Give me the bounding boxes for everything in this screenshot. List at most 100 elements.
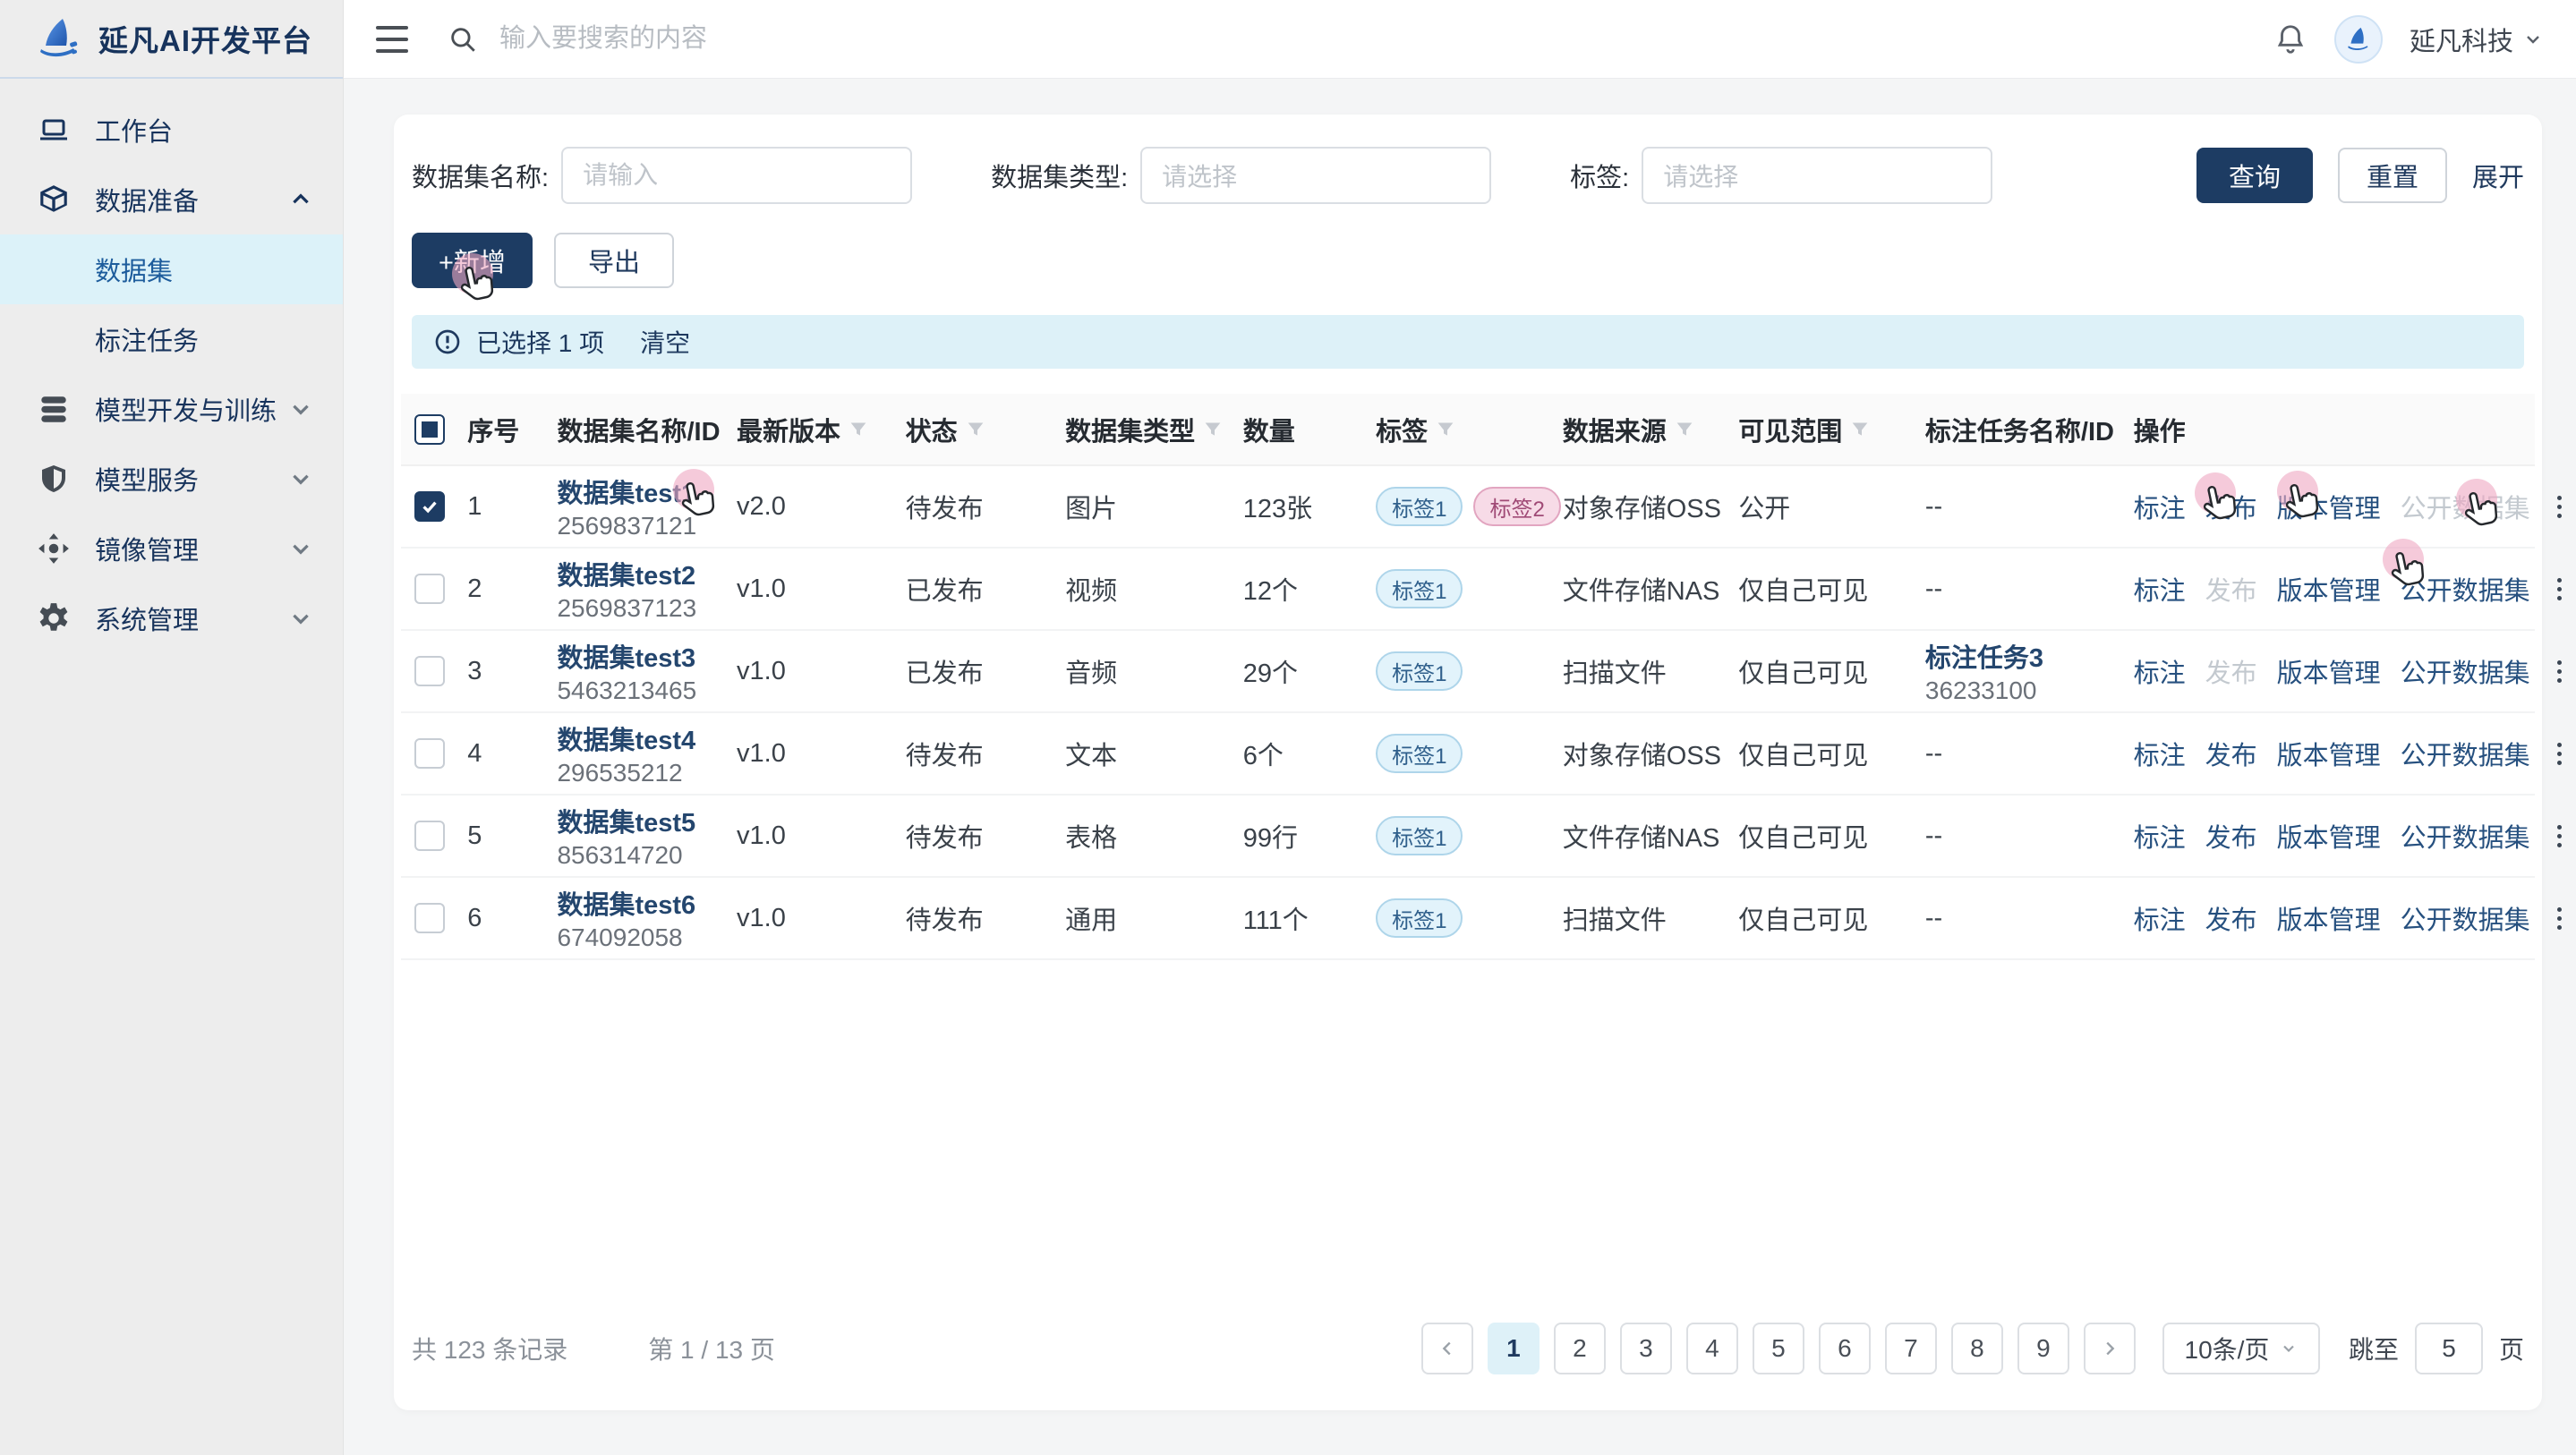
row-checkbox[interactable] [414, 491, 445, 522]
open-dataset-action[interactable]: 公开数据集 [2401, 817, 2530, 855]
annotate-action[interactable]: 标注 [2134, 652, 2186, 690]
filter-funnel-icon[interactable] [849, 421, 867, 438]
dataset-type: 图片 [1056, 465, 1234, 548]
dataset-name-link[interactable]: 数据集test5 [557, 802, 719, 839]
row-checkbox[interactable] [414, 574, 445, 604]
open-dataset-action[interactable]: 公开数据集 [2401, 652, 2530, 690]
row-checkbox[interactable] [414, 656, 445, 686]
row-checkbox[interactable] [414, 903, 445, 933]
user-avatar[interactable] [2334, 15, 2383, 64]
sidebar-item-model-dev[interactable]: 模型开发与训练 [0, 374, 343, 444]
clear-selection-link[interactable]: 清空 [640, 324, 690, 360]
tag-badge: 标签1 [1376, 816, 1463, 855]
dataset-name-input[interactable] [561, 147, 912, 204]
filter-label: 标签: [1570, 157, 1629, 194]
tag-badge: 标签1 [1376, 734, 1463, 773]
annotate-action[interactable]: 标注 [2134, 488, 2186, 525]
open-dataset-action[interactable]: 公开数据集 [2401, 570, 2530, 608]
more-actions-icon[interactable] [2550, 904, 2569, 933]
filter-funnel-icon[interactable] [1676, 421, 1693, 438]
dataset-source: 文件存储NAS [1554, 795, 1730, 877]
next-page-button[interactable] [2084, 1323, 2136, 1374]
more-actions-icon[interactable] [2550, 821, 2569, 851]
annotate-action[interactable]: 标注 [2134, 570, 2186, 608]
page-button[interactable]: 2 [1554, 1323, 1606, 1374]
tag-select[interactable]: 请选择 [1642, 147, 1992, 204]
notification-bell-icon[interactable] [2273, 22, 2307, 56]
row-checkbox[interactable] [414, 821, 445, 851]
version-mgmt-action[interactable]: 版本管理 [2277, 570, 2381, 608]
search-icon [448, 24, 478, 55]
publish-action[interactable]: 发布 [2205, 899, 2257, 937]
page-button[interactable]: 4 [1686, 1323, 1738, 1374]
search-input[interactable] [499, 24, 1126, 54]
dataset-name-link[interactable]: 数据集test3 [557, 637, 719, 675]
dataset-name-link[interactable]: 数据集test2 [557, 555, 719, 592]
open-dataset-action[interactable]: 公开数据集 [2401, 735, 2530, 772]
sidebar-item-image-mgmt[interactable]: 镜像管理 [0, 514, 343, 583]
filter-funnel-icon[interactable] [1204, 421, 1222, 438]
page-button[interactable]: 9 [2017, 1323, 2069, 1374]
sidebar-item-system-mgmt[interactable]: 系统管理 [0, 583, 343, 653]
dataset-status: 待发布 [897, 795, 1057, 877]
account-menu[interactable]: 延凡科技 [2410, 21, 2544, 58]
add-button[interactable]: +新增 [412, 233, 533, 288]
more-actions-icon[interactable] [2550, 657, 2569, 686]
selected-count-text: 已选择 1 项 [476, 324, 604, 360]
dataset-name-link[interactable]: 数据集test4 [557, 719, 719, 757]
dataset-name-link[interactable]: 数据集test1 [557, 472, 719, 510]
laptop-icon [36, 112, 72, 148]
export-button[interactable]: 导出 [554, 233, 674, 288]
dataset-status: 已发布 [897, 548, 1057, 630]
page-button[interactable]: 7 [1885, 1323, 1937, 1374]
version-mgmt-action[interactable]: 版本管理 [2277, 899, 2381, 937]
task-name-link[interactable]: 标注任务3 [1925, 637, 2116, 675]
dataset-visibility: 仅自己可见 [1729, 712, 1916, 795]
more-actions-icon[interactable] [2550, 574, 2569, 604]
page-button[interactable]: 5 [1753, 1323, 1804, 1374]
dataset-name-link[interactable]: 数据集test6 [557, 884, 719, 922]
sidebar-item-dataset[interactable]: 数据集 [0, 234, 343, 304]
publish-action: 发布 [2205, 652, 2257, 690]
page-button[interactable]: 3 [1620, 1323, 1672, 1374]
annotate-action[interactable]: 标注 [2134, 735, 2186, 772]
dataset-id: 5463213465 [557, 676, 719, 705]
query-button[interactable]: 查询 [2196, 148, 2313, 203]
chevron-up-icon [289, 188, 312, 211]
row-checkbox[interactable] [414, 738, 445, 769]
publish-action[interactable]: 发布 [2205, 735, 2257, 772]
column-header: 数据集名称/ID [557, 418, 720, 447]
dataset-type-select[interactable]: 请选择 [1140, 147, 1491, 204]
more-actions-icon[interactable] [2550, 492, 2569, 522]
filter-funnel-icon[interactable] [1851, 421, 1869, 438]
sidebar-item-model-service[interactable]: 模型服务 [0, 444, 343, 514]
page-button[interactable]: 8 [1951, 1323, 2003, 1374]
filter-funnel-icon[interactable] [967, 421, 985, 438]
sidebar-item-data-prep[interactable]: 数据准备 [0, 165, 343, 234]
version-mgmt-action[interactable]: 版本管理 [2277, 488, 2381, 525]
page-size-select[interactable]: 10条/页 [2162, 1323, 2320, 1374]
filter-funnel-icon[interactable] [1437, 421, 1454, 438]
open-dataset-action[interactable]: 公开数据集 [2401, 899, 2530, 937]
dataset-visibility: 公开 [1729, 465, 1916, 548]
dataset-qty: 99行 [1234, 795, 1367, 877]
page-button[interactable]: 6 [1819, 1323, 1871, 1374]
table-row: 6 数据集test6674092058 v1.0 待发布 通用 111个 标签1… [401, 877, 2535, 959]
more-actions-icon[interactable] [2550, 739, 2569, 769]
publish-action[interactable]: 发布 [2205, 488, 2257, 525]
sidebar-item-annotation-task[interactable]: 标注任务 [0, 304, 343, 374]
version-mgmt-action[interactable]: 版本管理 [2277, 735, 2381, 772]
jump-page-input[interactable] [2415, 1323, 2483, 1374]
reset-button[interactable]: 重置 [2338, 148, 2447, 203]
publish-action[interactable]: 发布 [2205, 817, 2257, 855]
version-mgmt-action[interactable]: 版本管理 [2277, 817, 2381, 855]
expand-link[interactable]: 展开 [2472, 157, 2524, 194]
prev-page-button[interactable] [1421, 1323, 1473, 1374]
hamburger-menu-icon[interactable] [376, 26, 408, 53]
version-mgmt-action[interactable]: 版本管理 [2277, 652, 2381, 690]
select-all-checkbox[interactable] [414, 414, 445, 445]
annotate-action[interactable]: 标注 [2134, 817, 2186, 855]
page-button[interactable]: 1 [1488, 1323, 1540, 1374]
sidebar-item-workbench[interactable]: 工作台 [0, 95, 343, 165]
annotate-action[interactable]: 标注 [2134, 899, 2186, 937]
